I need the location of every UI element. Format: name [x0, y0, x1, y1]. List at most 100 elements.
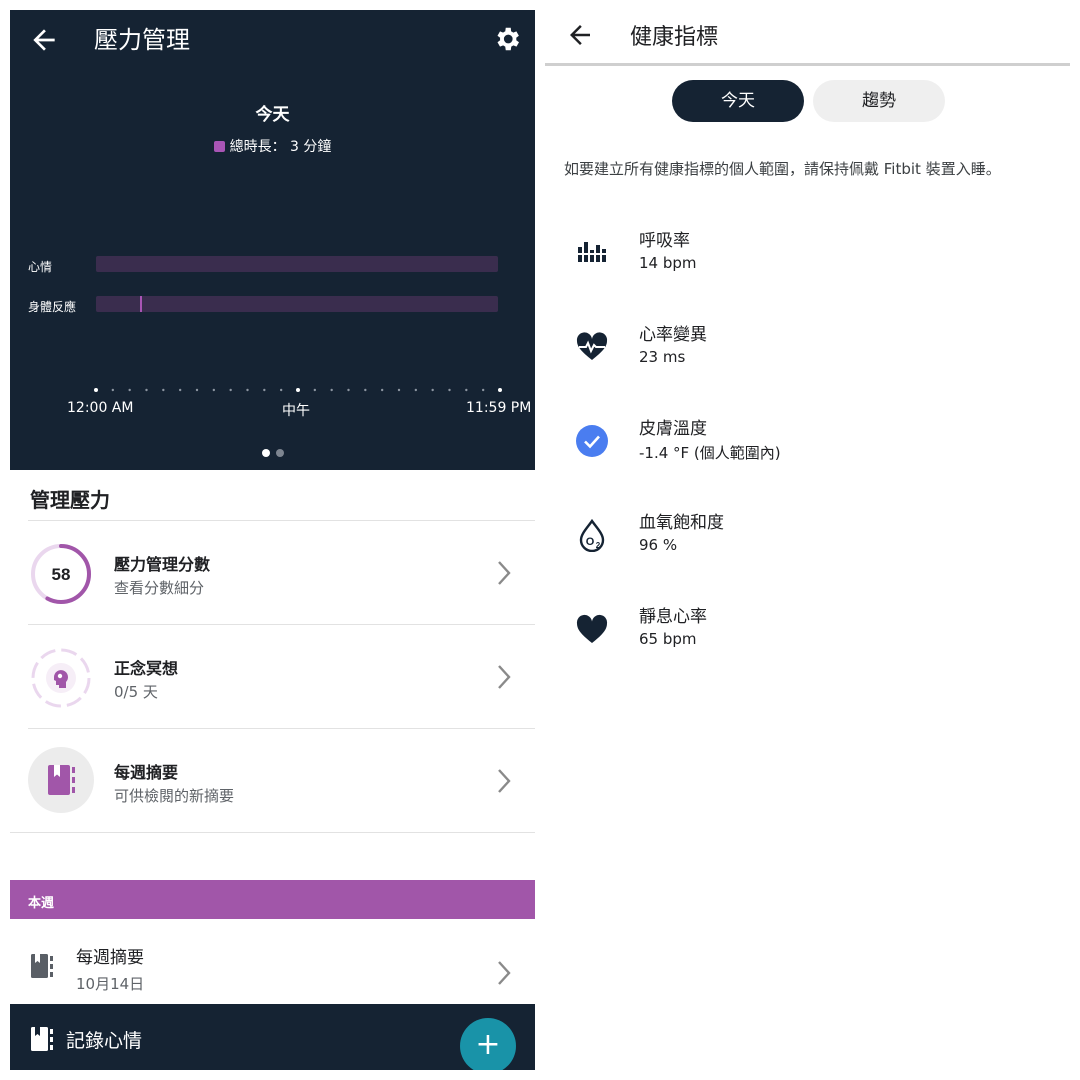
time-axis-dots: [94, 388, 502, 392]
axis-minor-dot: [246, 388, 249, 392]
app-bar: 健康指標: [545, 10, 1070, 66]
body-response-event-mark: [140, 296, 142, 312]
body-response-row-label: 身體反應: [28, 300, 77, 314]
axis-minor-dot: [313, 388, 317, 392]
legend-swatch: [213, 141, 225, 152]
axis-minor-dot: [162, 388, 165, 392]
pager-dot[interactable]: [275, 449, 284, 457]
legend-text: 總時長： 3 分鐘: [229, 139, 332, 155]
stress-score-value: 58: [52, 565, 71, 584]
axis-major-dot: [94, 388, 98, 392]
metric-name: 心率變異: [639, 325, 707, 345]
journal-icon: [31, 1027, 53, 1051]
metric-name: 皮膚溫度: [639, 419, 707, 439]
item-subtitle: 查看分數細分: [114, 579, 205, 597]
axis-minor-dot: [229, 388, 232, 392]
check-circle-icon: [576, 425, 608, 457]
metric-hrv[interactable]: 心率變異 23 ms: [545, 316, 1070, 396]
axis-minor-dot: [279, 388, 283, 392]
chevron-right-icon: [498, 961, 511, 985]
axis-minor-dot: [212, 388, 216, 392]
back-arrow-icon[interactable]: [28, 24, 60, 56]
chevron-right-icon: [498, 561, 511, 585]
metric-breathing-rate[interactable]: 呼吸率 14 bpm: [545, 222, 1070, 302]
section-title: 管理壓力: [30, 488, 110, 512]
mindfulness-item[interactable]: 正念冥想 0/5 天: [10, 625, 535, 729]
item-title: 每週摘要: [114, 763, 179, 782]
metric-skin-temperature[interactable]: 皮膚溫度 -1.4 °F (個人範圍內): [545, 410, 1070, 490]
axis-minor-dot: [448, 388, 451, 392]
axis-minor-dot: [481, 388, 485, 392]
svg-text:2: 2: [596, 541, 601, 550]
axis-minor-dot: [128, 388, 131, 392]
metric-value: 96 %: [639, 536, 678, 554]
chart-legend: 總時長： 3 分鐘: [10, 136, 535, 156]
metric-spo2[interactable]: O 2 血氧飽和度 96 %: [545, 504, 1070, 584]
chevron-right-icon: [498, 769, 511, 793]
axis-start-label: 12:00 AM: [67, 400, 134, 416]
metric-name: 血氧飽和度: [639, 513, 724, 533]
axis-minor-dot: [431, 388, 434, 392]
journal-icon: [28, 747, 94, 813]
metric-resting-heart-rate[interactable]: 靜息心率 65 bpm: [545, 598, 1070, 678]
divider: [10, 832, 535, 833]
axis-minor-dot: [178, 388, 182, 392]
metric-value: 23 ms: [639, 348, 686, 366]
add-button[interactable]: +: [460, 1018, 516, 1070]
item-title: 每週摘要: [76, 948, 144, 968]
this-week-header: 本週: [10, 880, 535, 919]
this-week-summary-item[interactable]: 每週摘要 10月14日: [10, 919, 535, 1005]
stress-score-item[interactable]: 58 壓力管理分數 查看分數細分: [10, 521, 535, 625]
axis-major-dot: [296, 388, 300, 392]
svg-text:O: O: [586, 536, 595, 548]
metric-value: 14 bpm: [639, 254, 697, 272]
journal-icon: [31, 954, 53, 978]
breathing-rate-icon: [577, 242, 607, 262]
chevron-right-icon: [498, 665, 511, 689]
body-response-track: [96, 296, 498, 312]
metric-value: -1.4 °F (個人範圍內): [639, 444, 781, 462]
axis-minor-dot: [397, 388, 401, 392]
mood-track: [96, 256, 498, 272]
metric-name: 呼吸率: [639, 231, 690, 251]
axis-minor-dot: [347, 388, 350, 392]
health-metrics-screen: 健康指標 今天 趨勢 如要建立所有健康指標的個人範圍，請保持佩戴 Fitbit …: [545, 10, 1070, 1070]
tab-trends[interactable]: 趨勢: [813, 80, 945, 122]
axis-minor-dot: [145, 388, 148, 392]
log-mood-bar[interactable]: 記錄心情 +: [10, 1004, 535, 1070]
back-arrow-icon[interactable]: [565, 20, 595, 50]
info-note: 如要建立所有健康指標的個人範圍，請保持佩戴 Fitbit 裝置入睡。: [564, 160, 1001, 178]
item-title: 壓力管理分數: [114, 555, 211, 574]
metric-value: 65 bpm: [639, 630, 697, 648]
axis-minor-dot: [263, 388, 266, 392]
axis-minor-dot: [330, 388, 333, 392]
tab-today[interactable]: 今天: [672, 80, 804, 122]
axis-minor-dot: [465, 388, 468, 392]
item-subtitle: 可供檢閱的新摘要: [114, 787, 235, 805]
pager-dot-active[interactable]: [261, 449, 270, 457]
stress-score-ring: 58: [31, 544, 91, 604]
page-title: 健康指標: [630, 25, 719, 50]
item-title: 正念冥想: [114, 659, 179, 678]
axis-minor-dot: [414, 388, 418, 392]
stress-management-screen: 壓力管理 今天 總時長： 3 分鐘 心情 身體反應 12:00 AM 中午 11…: [10, 10, 535, 1070]
axis-minor-dot: [111, 388, 115, 392]
gear-icon[interactable]: [492, 24, 522, 54]
weekly-summary-item[interactable]: 每週摘要 可供檢閱的新摘要: [10, 729, 535, 833]
spo2-drop-icon: O 2: [579, 518, 605, 552]
mindfulness-head-icon: [31, 648, 91, 708]
metric-name: 靜息心率: [639, 607, 707, 627]
axis-major-dot: [498, 388, 502, 392]
axis-minor-dot: [364, 388, 367, 392]
chart-date-label: 今天: [255, 105, 290, 125]
axis-mid-label: 中午: [282, 403, 310, 419]
axis-minor-dot: [195, 388, 199, 392]
stress-chart-header: 壓力管理 今天 總時長： 3 分鐘 心情 身體反應 12:00 AM 中午 11…: [10, 10, 535, 470]
heart-icon: [576, 614, 608, 643]
item-subtitle: 0/5 天: [114, 683, 158, 701]
mood-row-label: 心情: [28, 260, 53, 274]
pager-dots[interactable]: [10, 442, 535, 461]
item-subtitle: 10月14日: [76, 975, 145, 993]
log-mood-label: 記錄心情: [66, 1030, 143, 1052]
axis-end-label: 11:59 PM: [466, 400, 532, 416]
